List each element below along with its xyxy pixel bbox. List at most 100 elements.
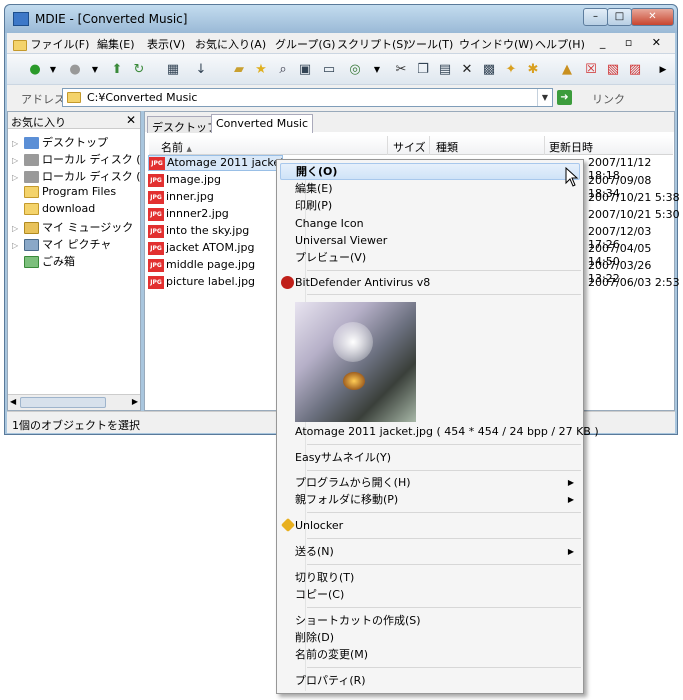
menu-group[interactable]: グループ(G) [275,36,335,52]
scroll-thumb[interactable] [20,397,106,408]
tree-item-local-disk-2[interactable]: ▷ ローカル ディスク ( [12,168,141,184]
back-dropdown-icon[interactable]: ▼ [45,62,61,78]
close-tab-icon[interactable]: ☒ [583,62,599,78]
cut-icon[interactable]: ✂ [393,62,409,78]
scroll-right-icon[interactable]: ▶ [132,397,138,406]
tree-item-recycle-bin[interactable]: ごみ箱 [12,253,75,269]
expand-icon[interactable]: ▷ [12,224,24,233]
file-row[interactable]: JPG into the sky.jpg [148,224,249,240]
menu-favorites[interactable]: お気に入り(A) [195,36,266,52]
properties-icon[interactable]: ▩ [481,62,497,78]
delete-icon[interactable]: ✕ [459,62,475,78]
menu-item-unlocker[interactable]: Unlocker [280,517,580,534]
thumbnail-icon[interactable]: ▣ [297,62,313,78]
back-icon[interactable]: ● [27,62,43,78]
file-row[interactable]: JPG Image.jpg [148,173,221,189]
file-row[interactable]: JPG Atomage 2011 jacket. [148,155,288,171]
window-icon[interactable]: ▭ [321,62,337,78]
minimize-button[interactable]: – [583,8,608,26]
address-dropdown-icon[interactable]: ▼ [537,89,552,106]
file-row[interactable]: JPG inner.jpg [148,190,214,206]
tree-item-download[interactable]: download [12,202,95,218]
menu-item-properties[interactable]: プロパティ(R) [280,672,580,689]
expand-icon[interactable]: ▷ [12,156,24,165]
menu-item-edit[interactable]: 編集(E) [280,180,580,197]
globe-icon[interactable]: ◎ [347,62,363,78]
expand-icon[interactable]: ▷ [12,173,24,182]
favorites-close-icon[interactable]: ✕ [126,113,136,127]
column-date[interactable]: 更新日時 [549,139,593,155]
forward-icon[interactable]: ● [67,62,83,78]
file-row[interactable]: JPG innner2.jpg [148,207,229,223]
menu-item-change-icon[interactable]: Change Icon [280,215,580,232]
copy-icon[interactable]: ❐ [415,62,431,78]
file-row[interactable]: JPG middle page.jpg [148,258,255,274]
menu-script[interactable]: スクリプト(S) [337,36,408,52]
menu-item-image-info[interactable]: Atomage 2011 jacket.jpg ( 454 * 454 / 24… [280,423,599,440]
submenu-arrow-icon: ▶ [567,478,574,487]
menu-item-move-to-parent[interactable]: 親フォルダに移動(P) ▶ [280,491,580,508]
tree-item-my-music[interactable]: ▷ マイ ミュージック [12,219,133,235]
column-size[interactable]: サイズ [393,139,426,155]
view-mode-icon[interactable]: ▦ [165,62,181,78]
menu-item-send-to[interactable]: 送る(N) ▶ [280,543,580,560]
column-divider[interactable] [387,136,388,155]
column-divider[interactable] [429,136,430,155]
close-all-icon[interactable]: ▧ [605,62,621,78]
menu-item-cut[interactable]: 切り取り(T) [280,569,580,586]
close-others-icon[interactable]: ▨ [627,62,643,78]
refresh-icon[interactable]: ↻ [131,62,147,78]
menu-item-delete[interactable]: 削除(D) [280,629,580,646]
menu-item-bitdefender[interactable]: BitDefender Antivirus v8 [280,274,580,291]
tree-item-my-pictures[interactable]: ▷ マイ ピクチャ [12,236,111,252]
menu-item-copy[interactable]: コピー(C) [280,586,580,603]
column-type[interactable]: 種類 [436,139,458,155]
open-folder-icon[interactable]: ▰ [231,62,247,78]
horizontal-scrollbar[interactable]: ◀ ▶ [8,394,140,410]
maximize-button[interactable]: □ [607,8,632,26]
menu-file[interactable]: ファイル(F) [13,36,89,52]
tree-item-program-files[interactable]: Program Files [12,185,116,201]
up-folder-icon[interactable]: ⬆ [109,62,125,78]
scroll-left-icon[interactable]: ◀ [10,397,16,406]
tree-item-desktop[interactable]: ▷ デスクトップ [12,134,108,150]
menu-help[interactable]: ヘルプ(H) [535,36,585,52]
file-row[interactable]: JPG picture label.jpg [148,275,255,291]
column-divider[interactable] [544,136,545,155]
mdi-controls[interactable]: _ ▫ ✕ [600,36,669,49]
expand-icon[interactable]: ▷ [12,139,24,148]
new-folder-icon[interactable]: ✦ [503,62,519,78]
menu-item-create-shortcut[interactable]: ショートカットの作成(S) [280,612,580,629]
paste-icon[interactable]: ▤ [437,62,453,78]
links-label[interactable]: リンク [592,91,625,107]
new-item-icon[interactable]: ✱ [525,62,541,78]
address-input[interactable]: C:¥Converted Music ▼ [62,88,553,107]
sort-icon[interactable]: ↓ [193,62,209,78]
file-row[interactable]: JPG jacket ATOM.jpg [148,241,254,257]
menu-tools[interactable]: ツール(T) [405,36,453,52]
search-icon[interactable]: ⌕ [275,62,291,78]
menu-edit[interactable]: 編集(E) [97,36,135,52]
status-text: 1個のオブジェクトを選択 [12,419,140,432]
menu-item-universal-viewer[interactable]: Universal Viewer [280,232,580,249]
menu-item-preview[interactable]: プレビュー(V) [280,249,580,266]
expand-icon[interactable]: ▷ [12,241,24,250]
menu-window[interactable]: ウインドウ(W) [459,36,533,52]
go-arrow-icon[interactable]: ➜ [557,90,572,105]
tree-item-local-disk-1[interactable]: ▷ ローカル ディスク ( [12,151,141,167]
tab-converted-music[interactable]: Converted Music [211,114,314,133]
forward-dropdown-icon[interactable]: ▼ [87,62,103,78]
menu-item-open-with[interactable]: プログラムから開く(H) ▶ [280,474,580,491]
menu-item-easy-thumbnail[interactable]: Easyサムネイル(Y) [280,449,580,466]
globe-dropdown-icon[interactable]: ▼ [369,62,385,78]
favorites-star-icon[interactable]: ★ [253,62,269,78]
column-name[interactable]: 名前 ▲ [161,139,192,155]
lock-icon[interactable]: ▲ [559,62,575,78]
title-bar[interactable]: MDIE - [Converted Music] – □ ✕ [5,5,677,33]
menu-item-print[interactable]: 印刷(P) [280,197,580,214]
menu-item-rename[interactable]: 名前の変更(M) [280,646,580,663]
toolbar-more-icon[interactable]: ▶ [655,62,671,78]
menu-view[interactable]: 表示(V) [147,36,185,52]
menu-item-open[interactable]: 開く(O) [280,163,580,180]
close-button[interactable]: ✕ [631,8,674,26]
